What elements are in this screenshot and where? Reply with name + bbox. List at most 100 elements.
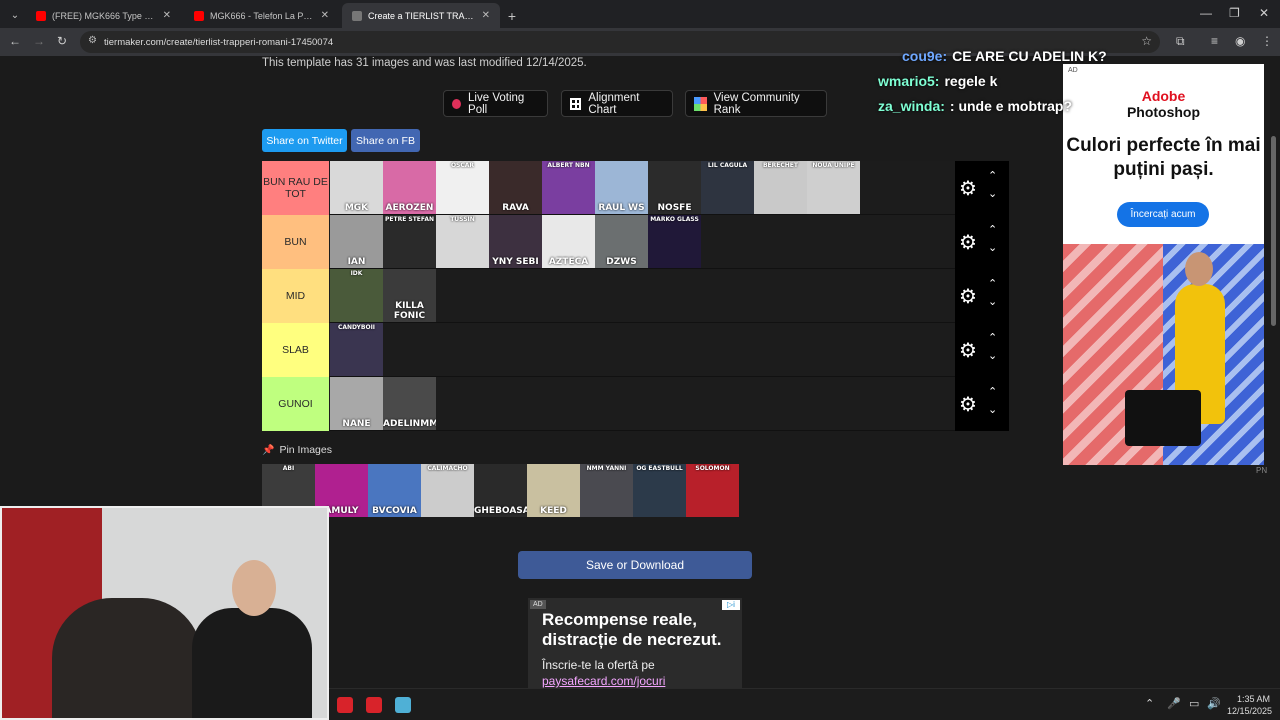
share-twitter-button[interactable]: Share on Twitter [262, 129, 347, 152]
minimize-icon[interactable]: — [1200, 6, 1212, 20]
move-down-icon[interactable]: ⌄ [988, 295, 997, 308]
media-icon[interactable]: ≡ [1211, 34, 1218, 48]
gear-icon[interactable]: ⚙ [959, 392, 977, 417]
tier-row: SLAB CANDYBOII ⚙ ⌃ ⌄ [262, 323, 1009, 377]
close-tab-icon[interactable]: ✕ [163, 10, 171, 21]
move-down-icon[interactable]: ⌄ [988, 349, 997, 362]
profile-icon[interactable]: ◉ [1235, 34, 1245, 48]
tier-item[interactable]: CANDYBOII [330, 323, 383, 376]
pool-item[interactable]: NMM YANNI [580, 464, 633, 517]
pool-item[interactable]: GHEBOASA [474, 464, 527, 517]
notepad-app-icon[interactable] [395, 697, 411, 713]
anydesk-app-icon[interactable] [337, 697, 353, 713]
close-tab-icon[interactable]: ✕ [321, 10, 329, 21]
live-voting-poll-button[interactable]: Live Voting Poll [443, 90, 548, 117]
scrollbar-thumb[interactable] [1271, 136, 1276, 326]
ad-subtext: Înscrie-te la ofertă pe [542, 658, 655, 672]
reload-icon[interactable]: ↻ [57, 34, 67, 48]
ad-link[interactable]: paysafecard.com/jocuri [542, 674, 665, 688]
back-icon[interactable]: ← [9, 34, 21, 48]
clock-time[interactable]: 1:35 AM [1237, 694, 1270, 704]
adchoices-icon[interactable]: ▷i [722, 600, 740, 610]
move-down-icon[interactable]: ⌄ [988, 187, 997, 200]
pool-item[interactable]: OG EASTBULL [633, 464, 686, 517]
gear-icon[interactable]: ⚙ [959, 338, 977, 363]
tier-item[interactable]: ADELINMM [383, 377, 436, 430]
tray-chevron-icon[interactable]: ⌃ [1145, 697, 1154, 710]
gear-icon[interactable]: ⚙ [959, 284, 977, 309]
anydesk-app-icon[interactable] [366, 697, 382, 713]
tier-item[interactable]: IAN [330, 215, 383, 268]
webcam-person-left [52, 598, 202, 718]
alignment-chart-button[interactable]: Alignment Chart [561, 90, 673, 117]
move-down-icon[interactable]: ⌄ [988, 241, 997, 254]
mic-icon[interactable]: 🎤 [1167, 697, 1181, 710]
tier-item[interactable]: LIL CAGULA [701, 161, 754, 214]
move-up-icon[interactable]: ⌃ [988, 277, 997, 290]
tier-item[interactable]: OSCAR [436, 161, 489, 214]
tier-item[interactable]: AZTECA [542, 215, 595, 268]
tier-label[interactable]: MID [262, 269, 329, 323]
tier-label[interactable]: GUNOI [262, 377, 329, 431]
restore-icon[interactable]: ❐ [1229, 6, 1240, 20]
bookmark-star-icon[interactable]: ☆ [1141, 34, 1152, 48]
ad-banner-bottom[interactable]: AD ▷i Recompense reale, distracție de ne… [528, 598, 742, 688]
close-tab-icon[interactable]: ✕ [482, 10, 490, 21]
extensions-icon[interactable]: ⧉ [1176, 34, 1185, 49]
tier-item[interactable]: ALBERT NBN [542, 161, 595, 214]
tier-item[interactable]: PETRE STEFAN [383, 215, 436, 268]
tier-item[interactable]: NOUA UNIPE [807, 161, 860, 214]
tier-label[interactable]: BUN RAU DE TOT [262, 161, 329, 215]
tiermaker-icon [352, 10, 362, 21]
site-info-icon[interactable]: ⚙ [88, 35, 97, 46]
tier-label[interactable]: SLAB [262, 323, 329, 377]
tier-item[interactable]: RAUL WS [595, 161, 648, 214]
browser-tab-3[interactable]: Create a TIERLIST TRAPPERI RO ✕ [342, 3, 500, 28]
pool-item[interactable]: KEED [527, 464, 580, 517]
forward-icon[interactable]: → [33, 34, 45, 48]
close-window-icon[interactable]: ✕ [1259, 6, 1269, 20]
menu-icon[interactable]: ⋮ [1261, 34, 1273, 48]
tile-caption: CALIMACHO [427, 465, 468, 472]
browser-tab-2[interactable]: MGK666 - Telefon La Parnaie fe ✕ [184, 3, 339, 28]
pool-item[interactable]: SOLOMON [686, 464, 739, 517]
tab-menu-button[interactable]: ⌄ [4, 3, 26, 28]
gear-icon[interactable]: ⚙ [959, 176, 977, 201]
tile-caption: LIL CAGULA [707, 162, 748, 169]
community-rank-button[interactable]: View Community Rank [685, 90, 827, 117]
tier-item[interactable]: MARKO GLASS [648, 215, 701, 268]
share-fb-button[interactable]: Share on FB [351, 129, 420, 152]
tier-item[interactable]: RAVA [489, 161, 542, 214]
tier-item[interactable]: AEROZEN [383, 161, 436, 214]
volume-icon[interactable]: 🔊 [1207, 697, 1221, 710]
ad-banner-right[interactable]: AD Adobe Photoshop Culori perfecte în ma… [1063, 64, 1264, 465]
tier-item[interactable]: MGK [330, 161, 383, 214]
move-down-icon[interactable]: ⌄ [988, 403, 997, 416]
tier-item[interactable]: IDK [330, 269, 383, 322]
move-up-icon[interactable]: ⌃ [988, 169, 997, 182]
tier-controls: ⚙ ⌃ ⌄ [955, 377, 1009, 431]
tier-item[interactable]: YNY SEBI [489, 215, 542, 268]
tile-caption: MARKO GLASS [650, 216, 699, 223]
move-up-icon[interactable]: ⌃ [988, 223, 997, 236]
pool-item[interactable]: CALIMACHO [421, 464, 474, 517]
tier-label[interactable]: BUN [262, 215, 329, 269]
save-download-button[interactable]: Save or Download [518, 551, 752, 579]
browser-tab-1[interactable]: (FREE) MGK666 Type Beat - "Gl ✕ [26, 3, 181, 28]
gear-icon[interactable]: ⚙ [959, 230, 977, 255]
tier-item[interactable]: NANE [330, 377, 383, 430]
tier-item[interactable]: KILLA FONIC [383, 269, 436, 322]
ad-tag: AD [530, 600, 546, 609]
tier-item[interactable]: NOSFE [648, 161, 701, 214]
tier-item[interactable]: TUSSIN [436, 215, 489, 268]
network-icon[interactable]: ▭ [1189, 697, 1199, 710]
pool-item[interactable]: BVCOVIA [368, 464, 421, 517]
tier-item[interactable]: BERECHET [754, 161, 807, 214]
new-tab-button[interactable]: + [502, 3, 522, 28]
clock-date[interactable]: 12/15/2025 [1227, 706, 1272, 716]
pin-images[interactable]: 📌 Pin Images [262, 444, 332, 456]
ad-cta-button[interactable]: Încercați acum [1117, 202, 1209, 227]
move-up-icon[interactable]: ⌃ [988, 385, 997, 398]
tier-item[interactable]: DZWS [595, 215, 648, 268]
move-up-icon[interactable]: ⌃ [988, 331, 997, 344]
